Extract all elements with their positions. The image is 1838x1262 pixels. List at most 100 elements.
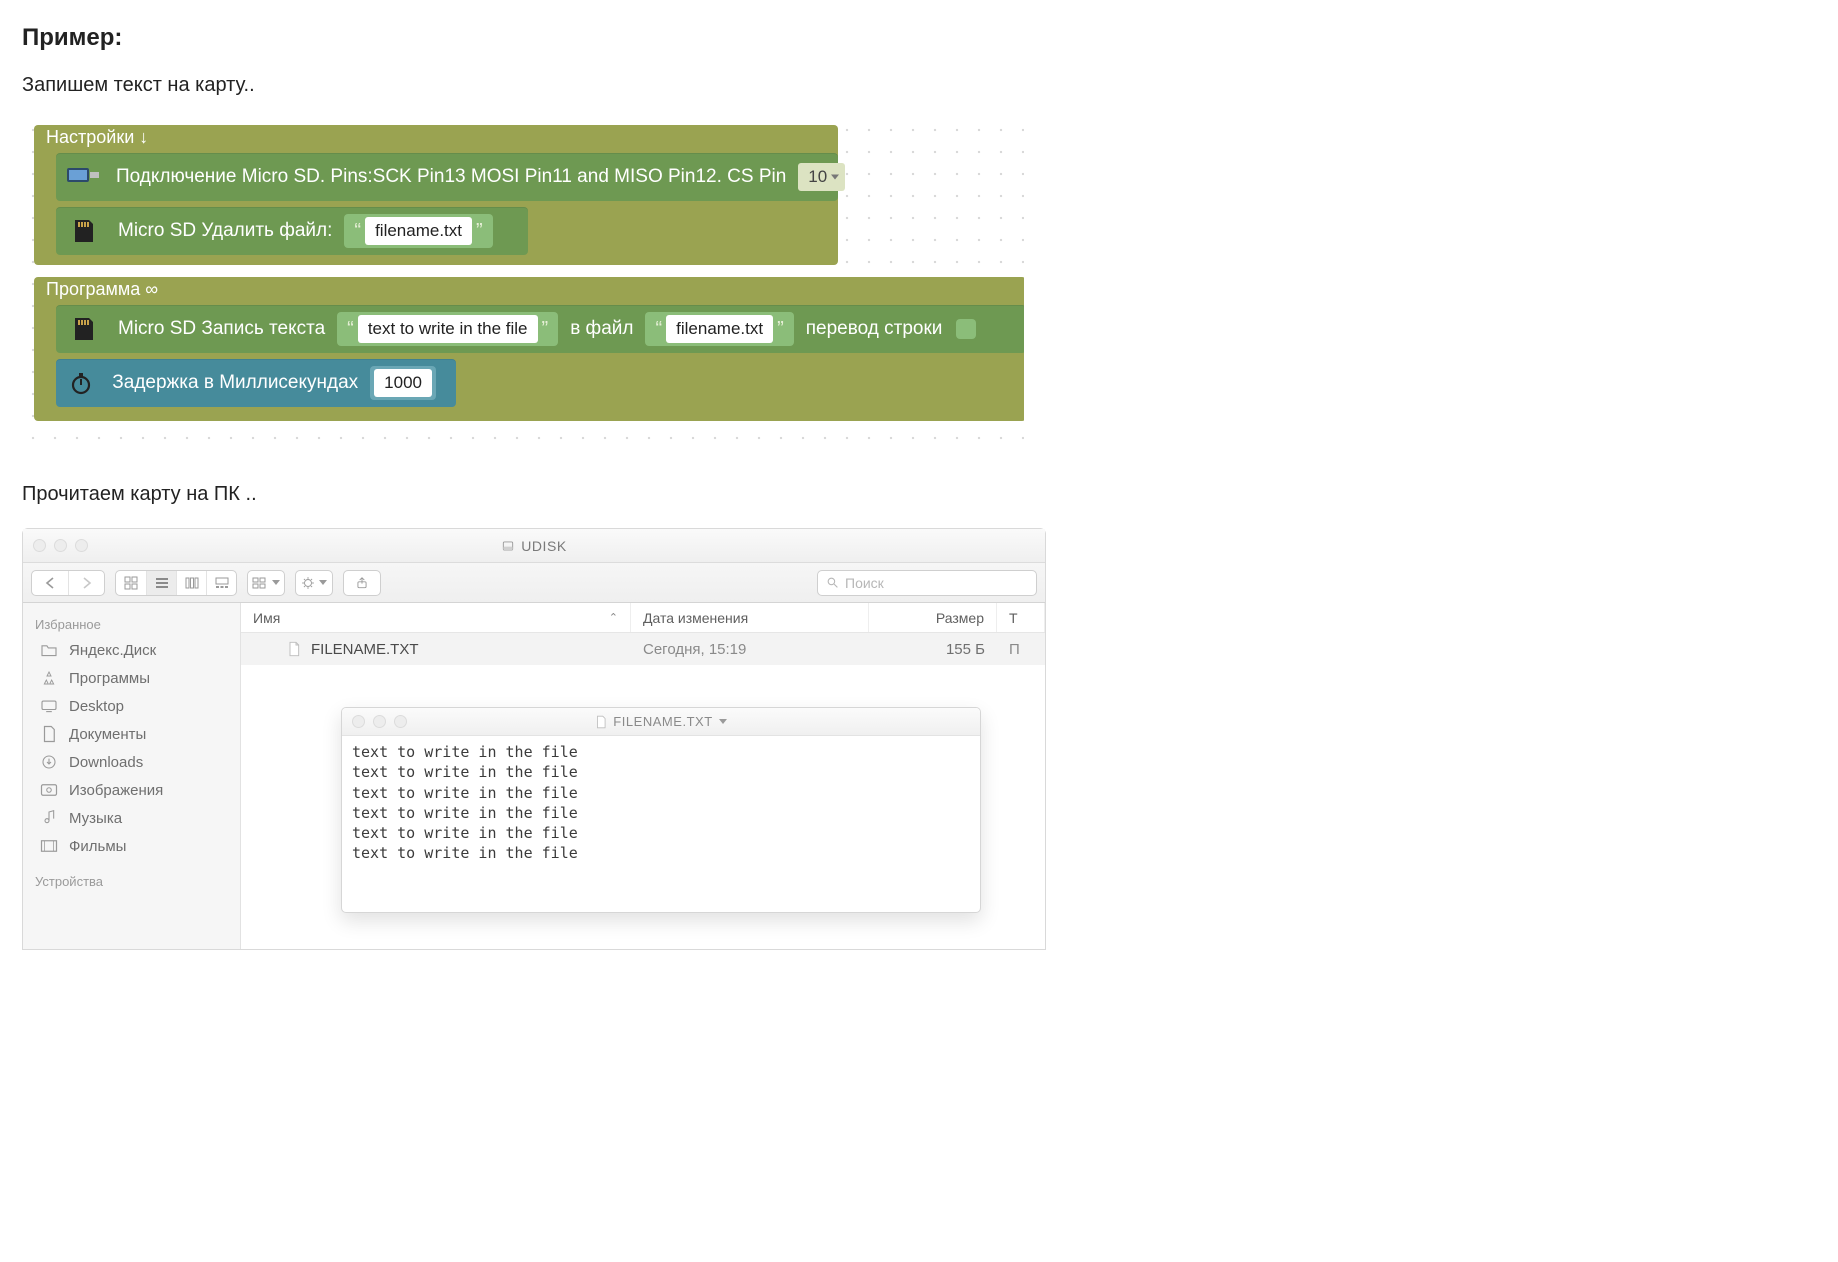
stopwatch-icon [66,367,96,399]
chevron-down-icon[interactable] [719,719,727,724]
movies-icon [39,837,59,855]
col-date[interactable]: Дата изменения [643,610,748,626]
block-sd-delete[interactable]: Micro SD Удалить файл: filename.txt [56,207,528,255]
finder-window: UDISK Поиск Избран [22,528,1046,950]
sd-delete-label: Micro SD Удалить файл: [118,220,332,242]
column-headers[interactable]: Имя ⌃ Дата изменения Размер Т [241,603,1045,633]
arrange-button[interactable] [247,570,285,596]
delay-value-field[interactable]: 1000 [370,366,436,400]
write-text-field[interactable]: text to write in the file [337,312,558,346]
minimize-icon[interactable] [373,715,386,728]
sidebar-item-label: Desktop [69,698,124,715]
to-file-label: в файл [570,318,633,340]
sd-write-label: Micro SD Запись текста [118,318,325,340]
group-setup-header: Настройки ↓ [46,127,148,148]
sidebar-favorites-heading: Избранное [23,611,240,636]
search-placeholder: Поиск [845,575,884,591]
minimize-icon[interactable] [54,539,67,552]
delay-value[interactable]: 1000 [374,369,432,397]
sidebar-item-downloads[interactable]: Downloads [23,748,240,776]
view-columns-button[interactable] [176,571,206,595]
window-controls[interactable] [352,715,407,728]
sort-indicator-icon: ⌃ [609,611,618,624]
close-icon[interactable] [352,715,365,728]
action-button[interactable] [295,570,333,596]
write-filename-field[interactable]: filename.txt [645,312,793,346]
file-size: 155 Б [946,641,985,658]
sidebar-item-music[interactable]: Музыка [23,804,240,832]
col-size[interactable]: Размер [936,610,984,626]
sidebar-item-pictures[interactable]: Изображения [23,776,240,804]
finder-title-text: UDISK [521,538,567,554]
file-icon [595,715,607,729]
sidebar-item-label: Яндекс.Диск [69,642,156,659]
sidebar-item-documents[interactable]: Документы [23,720,240,748]
group-program-header: Программа ∞ [46,279,158,300]
finder-toolbar: Поиск [23,563,1045,603]
read-intro: Прочитаем карту на ПК .. [22,483,1816,506]
drive-icon [501,539,515,553]
write-filename-value[interactable]: filename.txt [666,315,773,343]
group-program[interactable]: Программа ∞ Micro SD Запись текста text … [34,277,1024,421]
delete-filename-field[interactable]: filename.txt [344,214,492,248]
delay-label: Задержка в Миллисекундах [112,372,358,394]
view-gallery-button[interactable] [206,571,236,595]
sidebar-item-apps[interactable]: Программы [23,664,240,692]
sd-connect-label: Подключение Micro SD. Pins:SCK Pin13 MOS… [116,166,786,188]
folder-icon [39,641,59,659]
forward-button[interactable] [68,571,104,595]
block-sd-connect[interactable]: Подключение Micro SD. Pins:SCK Pin13 MOS… [56,153,838,201]
file-kind: П [1009,641,1020,658]
newline-label: перевод строки [806,318,943,340]
textedit-titlebar[interactable]: FILENAME.TXT [342,708,980,736]
zoom-icon[interactable] [75,539,88,552]
block-canvas: Настройки ↓ Подключение Micro SD. Pins:S… [22,119,1024,445]
sidebar-item-label: Музыка [69,810,122,827]
sidebar-item-label: Изображения [69,782,163,799]
sidebar-item-movies[interactable]: Фильмы [23,832,240,860]
nav-buttons [31,570,105,596]
chevron-down-icon [319,580,327,585]
block-sd-write[interactable]: Micro SD Запись текста text to write in … [56,305,1024,353]
sidebar-item-desktop[interactable]: Desktop [23,692,240,720]
share-button[interactable] [343,570,381,596]
apps-icon [39,669,59,687]
cs-pin-dropdown[interactable]: 10 [798,163,845,191]
finder-content: Имя ⌃ Дата изменения Размер Т FILENAME.TX… [241,603,1045,949]
sd-module-icon [66,161,100,193]
textedit-window[interactable]: FILENAME.TXT text to write in the file t… [341,707,981,913]
delete-filename-value[interactable]: filename.txt [365,217,472,245]
finder-sidebar: Избранное Яндекс.Диск Программы Desktop … [23,603,241,949]
finder-titlebar[interactable]: UDISK [23,529,1045,563]
col-name[interactable]: Имя [253,610,280,626]
view-buttons [115,570,237,596]
sidebar-item-label: Фильмы [69,838,126,855]
back-button[interactable] [32,571,68,595]
sidebar-item-yadisk[interactable]: Яндекс.Диск [23,636,240,664]
col-kind[interactable]: Т [1009,610,1018,626]
block-delay[interactable]: Задержка в Миллисекундах 1000 [56,359,456,407]
textedit-content[interactable]: text to write in the file text to write … [342,736,980,870]
chevron-down-icon [272,580,280,585]
view-icons-button[interactable] [116,571,146,595]
view-list-button[interactable] [146,571,176,595]
search-field[interactable]: Поиск [817,570,1037,596]
write-intro: Запишем текст на карту.. [22,74,1816,97]
file-row[interactable]: FILENAME.TXT Сегодня, 15:19 155 Б П [241,633,1045,665]
zoom-icon[interactable] [394,715,407,728]
sidebar-item-label: Документы [69,726,146,743]
sd-card-icon [66,215,102,247]
textedit-title: FILENAME.TXT [613,714,712,729]
sidebar-item-label: Программы [69,670,150,687]
group-setup[interactable]: Настройки ↓ Подключение Micro SD. Pins:S… [34,125,838,265]
write-text-value[interactable]: text to write in the file [358,315,538,343]
close-icon[interactable] [33,539,46,552]
file-date: Сегодня, 15:19 [643,641,746,658]
window-controls[interactable] [33,539,88,552]
music-icon [39,809,59,827]
newline-checkbox[interactable] [956,319,976,339]
file-name: FILENAME.TXT [311,641,419,658]
sidebar-item-label: Downloads [69,754,143,771]
sidebar-devices-heading: Устройства [23,868,240,893]
pictures-icon [39,781,59,799]
